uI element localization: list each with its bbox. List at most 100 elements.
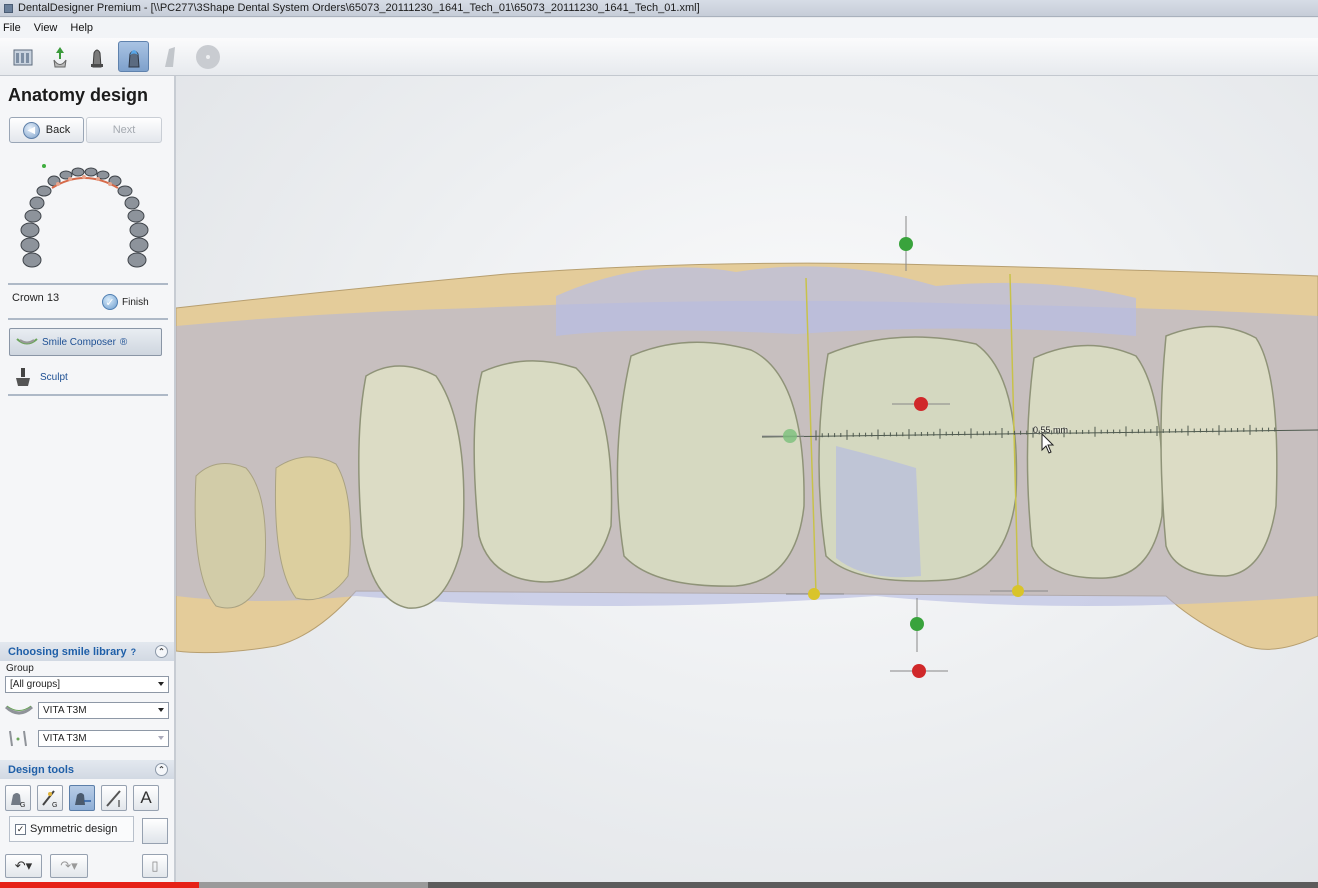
redo-button[interactable]: ↷▾: [50, 854, 88, 878]
window-title: DentalDesigner Premium - [\\PC277\3Shape…: [18, 2, 700, 14]
measurement-label: 0.55 mm: [1033, 425, 1069, 435]
prep-die-button[interactable]: [81, 41, 112, 72]
undo-icon: ↶▾: [14, 858, 33, 873]
collapse-chevron-icon[interactable]: ⌃: [155, 763, 168, 776]
app-icon: [4, 3, 13, 13]
dropdown-arrow-icon: [158, 708, 164, 712]
anatomy-design-icon: [127, 49, 140, 67]
disabled-circle-icon: [195, 44, 220, 69]
sculpt-button[interactable]: Sculpt: [14, 367, 68, 387]
wax-knife-group-button[interactable]: G: [37, 785, 63, 811]
finish-button-label: Finish: [122, 296, 149, 308]
symmetric-design-checkbox[interactable]: ✓: [15, 823, 26, 835]
crown-tooth-3: [616, 341, 805, 587]
tooth-posterior-left-2: [274, 456, 351, 601]
order-form-button[interactable]: [7, 41, 38, 72]
tooth-library-select[interactable]: VITA T3M: [38, 730, 169, 747]
disabled-tool-button: [155, 41, 186, 72]
crown-tooth-1: [358, 365, 465, 609]
symmetric-design-option[interactable]: ✓ Symmetric design: [9, 816, 134, 842]
group-label: Group: [6, 663, 34, 674]
design-tools-row: G G A: [5, 785, 159, 811]
3d-viewport[interactable]: 0.55 mm: [176, 76, 1318, 882]
menu-help[interactable]: Help: [70, 22, 93, 34]
group-select[interactable]: [All groups]: [5, 676, 169, 693]
smile-composer-icon: [16, 338, 38, 345]
top-handle[interactable]: [899, 216, 913, 271]
smile-arch-icon: [4, 705, 34, 715]
bottom-horizontal-handle[interactable]: [890, 664, 948, 678]
svg-text:G: G: [20, 802, 25, 808]
text-tool-button[interactable]: A: [133, 785, 159, 811]
mirror-settings-button[interactable]: [142, 818, 168, 844]
sidebar: Anatomy design ◀ Back Next Crown 13 ✓ Fi…: [0, 76, 176, 888]
scan-button[interactable]: [44, 41, 75, 72]
selected-bridge-line: [51, 177, 119, 189]
crown-tooth-2: [473, 360, 613, 583]
back-button-label: Back: [45, 124, 71, 136]
registered-mark: ®: [119, 336, 128, 348]
group-select-value: [All groups]: [10, 679, 61, 690]
scan-icon: [53, 46, 66, 67]
title-bar: DentalDesigner Premium - [\\PC277\3Shape…: [0, 0, 1318, 17]
sculpt-icon: [16, 368, 30, 386]
menu-view[interactable]: View: [34, 22, 58, 34]
bottom-vertical-handle[interactable]: [910, 598, 924, 652]
crown-tooth-6: [1160, 325, 1278, 577]
sculpt-label: Sculpt: [40, 371, 68, 383]
design-tools-title: Design tools: [8, 763, 75, 776]
transform-tool-icon: [75, 793, 91, 805]
pen-tool-icon: [106, 790, 121, 807]
finish-button[interactable]: ✓ Finish: [102, 294, 149, 310]
symmetric-design-label: Symmetric design: [30, 823, 118, 835]
crown-label: Crown 13: [12, 292, 60, 304]
divider: [8, 394, 168, 396]
text-tool-letter: A: [140, 788, 152, 807]
active-tooth-marker: [42, 164, 46, 168]
dropdown-arrow-icon: [158, 682, 164, 686]
individual-tool-button[interactable]: [101, 785, 127, 811]
next-button[interactable]: Next: [86, 117, 162, 143]
main-toolbar: [0, 38, 1318, 76]
crown-tooth-5: [1026, 344, 1164, 579]
redo-icon: ↷▾: [60, 858, 78, 873]
order-form-icon: [13, 49, 32, 65]
single-tooth-icon: [9, 730, 27, 747]
smile-library-title: Choosing smile library: [8, 645, 127, 658]
back-arrow-icon: ◀: [22, 121, 40, 139]
tooth-icons: [20, 167, 149, 268]
transform-tool-button[interactable]: [69, 785, 95, 811]
checkmark-icon: ✓: [102, 294, 118, 310]
anatomy-design-button[interactable]: [118, 41, 149, 72]
smile-composer-button[interactable]: Smile Composer ®: [9, 328, 162, 356]
wax-knife-icon: G: [42, 790, 57, 808]
disabled-circle-button: [192, 41, 223, 72]
collapse-chevron-icon[interactable]: ⌃: [155, 645, 168, 658]
next-button-label: Next: [112, 124, 136, 136]
tooth-library-select-value: VITA T3M: [43, 733, 87, 744]
smile-composer-label: Smile Composer: [42, 336, 116, 348]
divider: [8, 318, 168, 320]
undo-button[interactable]: ↶▾: [5, 854, 42, 878]
smile-library-select-value: VITA T3M: [43, 705, 87, 716]
morph-tool-icon: G: [11, 793, 25, 808]
video-played-fill: [0, 882, 200, 888]
dental-arch-chart[interactable]: [14, 160, 156, 272]
tooth-posterior-left: [194, 463, 266, 609]
video-progress-bar[interactable]: [0, 882, 1318, 888]
morph-group-button[interactable]: G: [5, 785, 31, 811]
prep-die-icon: [90, 49, 103, 67]
menu-bar: File View Help: [0, 18, 1318, 38]
back-button[interactable]: ◀ Back: [9, 117, 84, 143]
menu-file[interactable]: File: [3, 22, 21, 34]
divider: [8, 283, 168, 285]
eraser-icon: ▯: [151, 858, 159, 873]
help-icon[interactable]: ?: [131, 647, 137, 657]
eraser-button[interactable]: ▯: [142, 854, 168, 878]
design-tools-header[interactable]: Design tools ⌃: [0, 760, 174, 779]
smile-library-select[interactable]: VITA T3M: [38, 702, 169, 719]
dental-model-render: [176, 216, 1318, 678]
svg-text:G: G: [52, 802, 57, 808]
smile-library-header[interactable]: Choosing smile library ? ⌃: [0, 642, 174, 661]
dropdown-arrow-icon: [158, 736, 164, 740]
